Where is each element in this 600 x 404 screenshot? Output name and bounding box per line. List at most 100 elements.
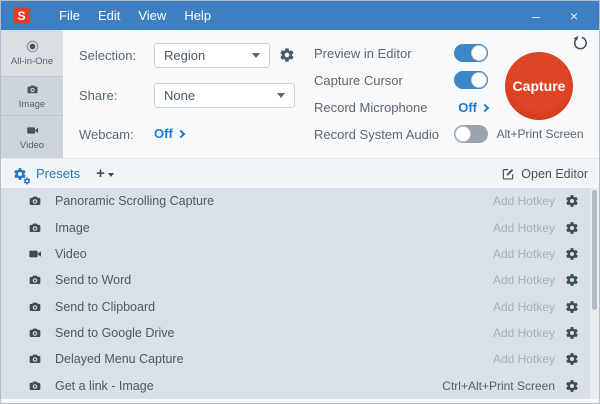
preset-label: Video <box>55 246 87 261</box>
window-controls: – × <box>517 1 593 30</box>
preset-settings-gear-icon[interactable] <box>565 352 579 366</box>
preset-label: Send to Clipboard <box>55 299 156 314</box>
presets-bar: Presets + Open Editor <box>1 158 599 188</box>
preset-row[interactable]: Get a link - Image Ctrl+Alt+Print Screen <box>1 373 599 399</box>
camera-icon <box>27 272 43 288</box>
chevron-right-icon <box>480 103 490 112</box>
toggle-knob <box>455 126 471 142</box>
toggle-knob <box>471 72 487 88</box>
capture-mode-sidebar: All-in-One Image Video <box>1 30 63 158</box>
sub-gear-icon <box>23 177 31 185</box>
chevron-down-icon <box>107 172 114 177</box>
plus-icon: + <box>96 164 105 182</box>
video-icon <box>27 246 43 262</box>
chevron-down-icon <box>277 93 285 98</box>
sidebar-tab-label: Image <box>18 99 46 110</box>
preset-row[interactable]: Send to Clipboard Add Hotkey <box>1 294 599 320</box>
menu-file[interactable]: File <box>50 1 89 30</box>
preset-list: Panoramic Scrolling Capture Add Hotkey I… <box>1 188 599 399</box>
preset-hotkey[interactable]: Add Hotkey <box>493 273 555 287</box>
sidebar-tab-label: Video <box>19 140 45 151</box>
capture-panel: All-in-One Image Video Selection: Region… <box>1 30 599 158</box>
preset-hotkey[interactable]: Add Hotkey <box>493 300 555 314</box>
preset-row[interactable]: Video Add Hotkey <box>1 241 599 267</box>
all-in-one-icon <box>25 39 40 54</box>
share-dropdown[interactable]: None <box>154 83 295 108</box>
preset-settings-gear-icon[interactable] <box>565 273 579 287</box>
minimize-button[interactable]: – <box>517 1 555 30</box>
preset-hotkey[interactable]: Add Hotkey <box>493 352 555 366</box>
preset-hotkey[interactable]: Add Hotkey <box>493 194 555 208</box>
record-microphone-label: Record Microphone <box>314 99 428 115</box>
preset-hotkey[interactable]: Add Hotkey <box>493 326 555 340</box>
webcam-toggle-link[interactable]: Off <box>154 126 186 141</box>
camera-icon <box>27 299 43 315</box>
preset-settings-gear-icon[interactable] <box>565 379 579 393</box>
camera-icon <box>27 325 43 341</box>
menu-bar: File Edit View Help <box>50 1 220 30</box>
camera-icon <box>27 193 43 209</box>
preset-row[interactable]: Delayed Menu Capture Add Hotkey <box>1 346 599 372</box>
preview-in-editor-toggle[interactable] <box>454 44 488 62</box>
open-editor-label: Open Editor <box>521 166 588 181</box>
preset-hotkey[interactable]: Add Hotkey <box>493 247 555 261</box>
scrollbar-track[interactable] <box>590 188 599 399</box>
preset-row[interactable]: Image Add Hotkey <box>1 214 599 240</box>
preset-settings-gear-icon[interactable] <box>565 247 579 261</box>
preset-settings-gear-icon[interactable] <box>565 221 579 235</box>
toggle-knob <box>471 45 487 61</box>
record-microphone-link[interactable]: Off <box>458 99 490 115</box>
edit-pencil-icon <box>501 167 515 181</box>
share-value: None <box>164 88 196 103</box>
record-system-audio-label: Record System Audio <box>314 126 440 142</box>
preset-settings-gear-icon[interactable] <box>565 300 579 314</box>
menu-help[interactable]: Help <box>175 1 220 30</box>
sidebar-tab-label: All-in-One <box>10 56 54 67</box>
menu-edit[interactable]: Edit <box>89 1 129 30</box>
snagit-capture-window: S File Edit View Help – × All-in-One Ima… <box>0 0 600 404</box>
record-system-audio-toggle[interactable] <box>454 125 488 143</box>
sidebar-tab-video[interactable]: Video <box>1 116 63 158</box>
scrollbar-thumb[interactable] <box>592 190 597 310</box>
chevron-down-icon <box>252 53 260 58</box>
selection-value: Region <box>164 48 206 63</box>
preset-label: Send to Google Drive <box>55 326 175 341</box>
add-preset-button[interactable]: + <box>96 164 114 182</box>
camera-icon <box>27 351 43 367</box>
menu-view[interactable]: View <box>129 1 175 30</box>
webcam-label: Webcam: <box>79 127 134 142</box>
preset-row[interactable]: Send to Google Drive Add Hotkey <box>1 320 599 346</box>
share-label: Share: <box>79 88 118 103</box>
reset-icon[interactable] <box>572 35 588 51</box>
preset-label: Image <box>55 220 90 235</box>
preset-label: Send to Word <box>55 273 132 288</box>
preset-label: Panoramic Scrolling Capture <box>55 194 215 209</box>
camera-icon <box>27 220 43 236</box>
preset-row[interactable]: Send to Word Add Hotkey <box>1 267 599 293</box>
record-microphone-value: Off <box>458 99 477 115</box>
title-bar: S File Edit View Help – × <box>1 1 599 30</box>
selection-dropdown[interactable]: Region <box>154 43 270 68</box>
chevron-right-icon <box>176 129 186 139</box>
sidebar-tab-image[interactable]: Image <box>1 77 63 116</box>
preset-settings-gear-icon[interactable] <box>565 194 579 208</box>
selection-settings-gear-icon[interactable] <box>279 47 295 63</box>
preset-hotkey[interactable]: Ctrl+Alt+Print Screen <box>442 379 555 393</box>
capture-cursor-label: Capture Cursor <box>314 72 403 88</box>
webcam-value: Off <box>154 126 173 141</box>
selection-label: Selection: <box>79 48 137 63</box>
capture-cursor-toggle[interactable] <box>454 71 488 89</box>
capture-button[interactable]: Capture <box>505 52 573 120</box>
preset-settings-gear-icon[interactable] <box>565 326 579 340</box>
close-button[interactable]: × <box>555 1 593 30</box>
open-editor-button[interactable]: Open Editor <box>501 167 588 181</box>
app-logo-icon[interactable]: S <box>13 7 30 24</box>
preset-row[interactable]: Panoramic Scrolling Capture Add Hotkey <box>1 188 599 214</box>
preset-hotkey[interactable]: Add Hotkey <box>493 221 555 235</box>
sidebar-tab-all-in-one[interactable]: All-in-One <box>1 30 63 77</box>
camera-icon <box>25 82 40 97</box>
presets-title: Presets <box>36 166 81 181</box>
preview-in-editor-label: Preview in Editor <box>314 45 412 61</box>
presets-settings-gear-icon[interactable] <box>13 167 27 181</box>
preset-label: Delayed Menu Capture <box>55 352 184 367</box>
